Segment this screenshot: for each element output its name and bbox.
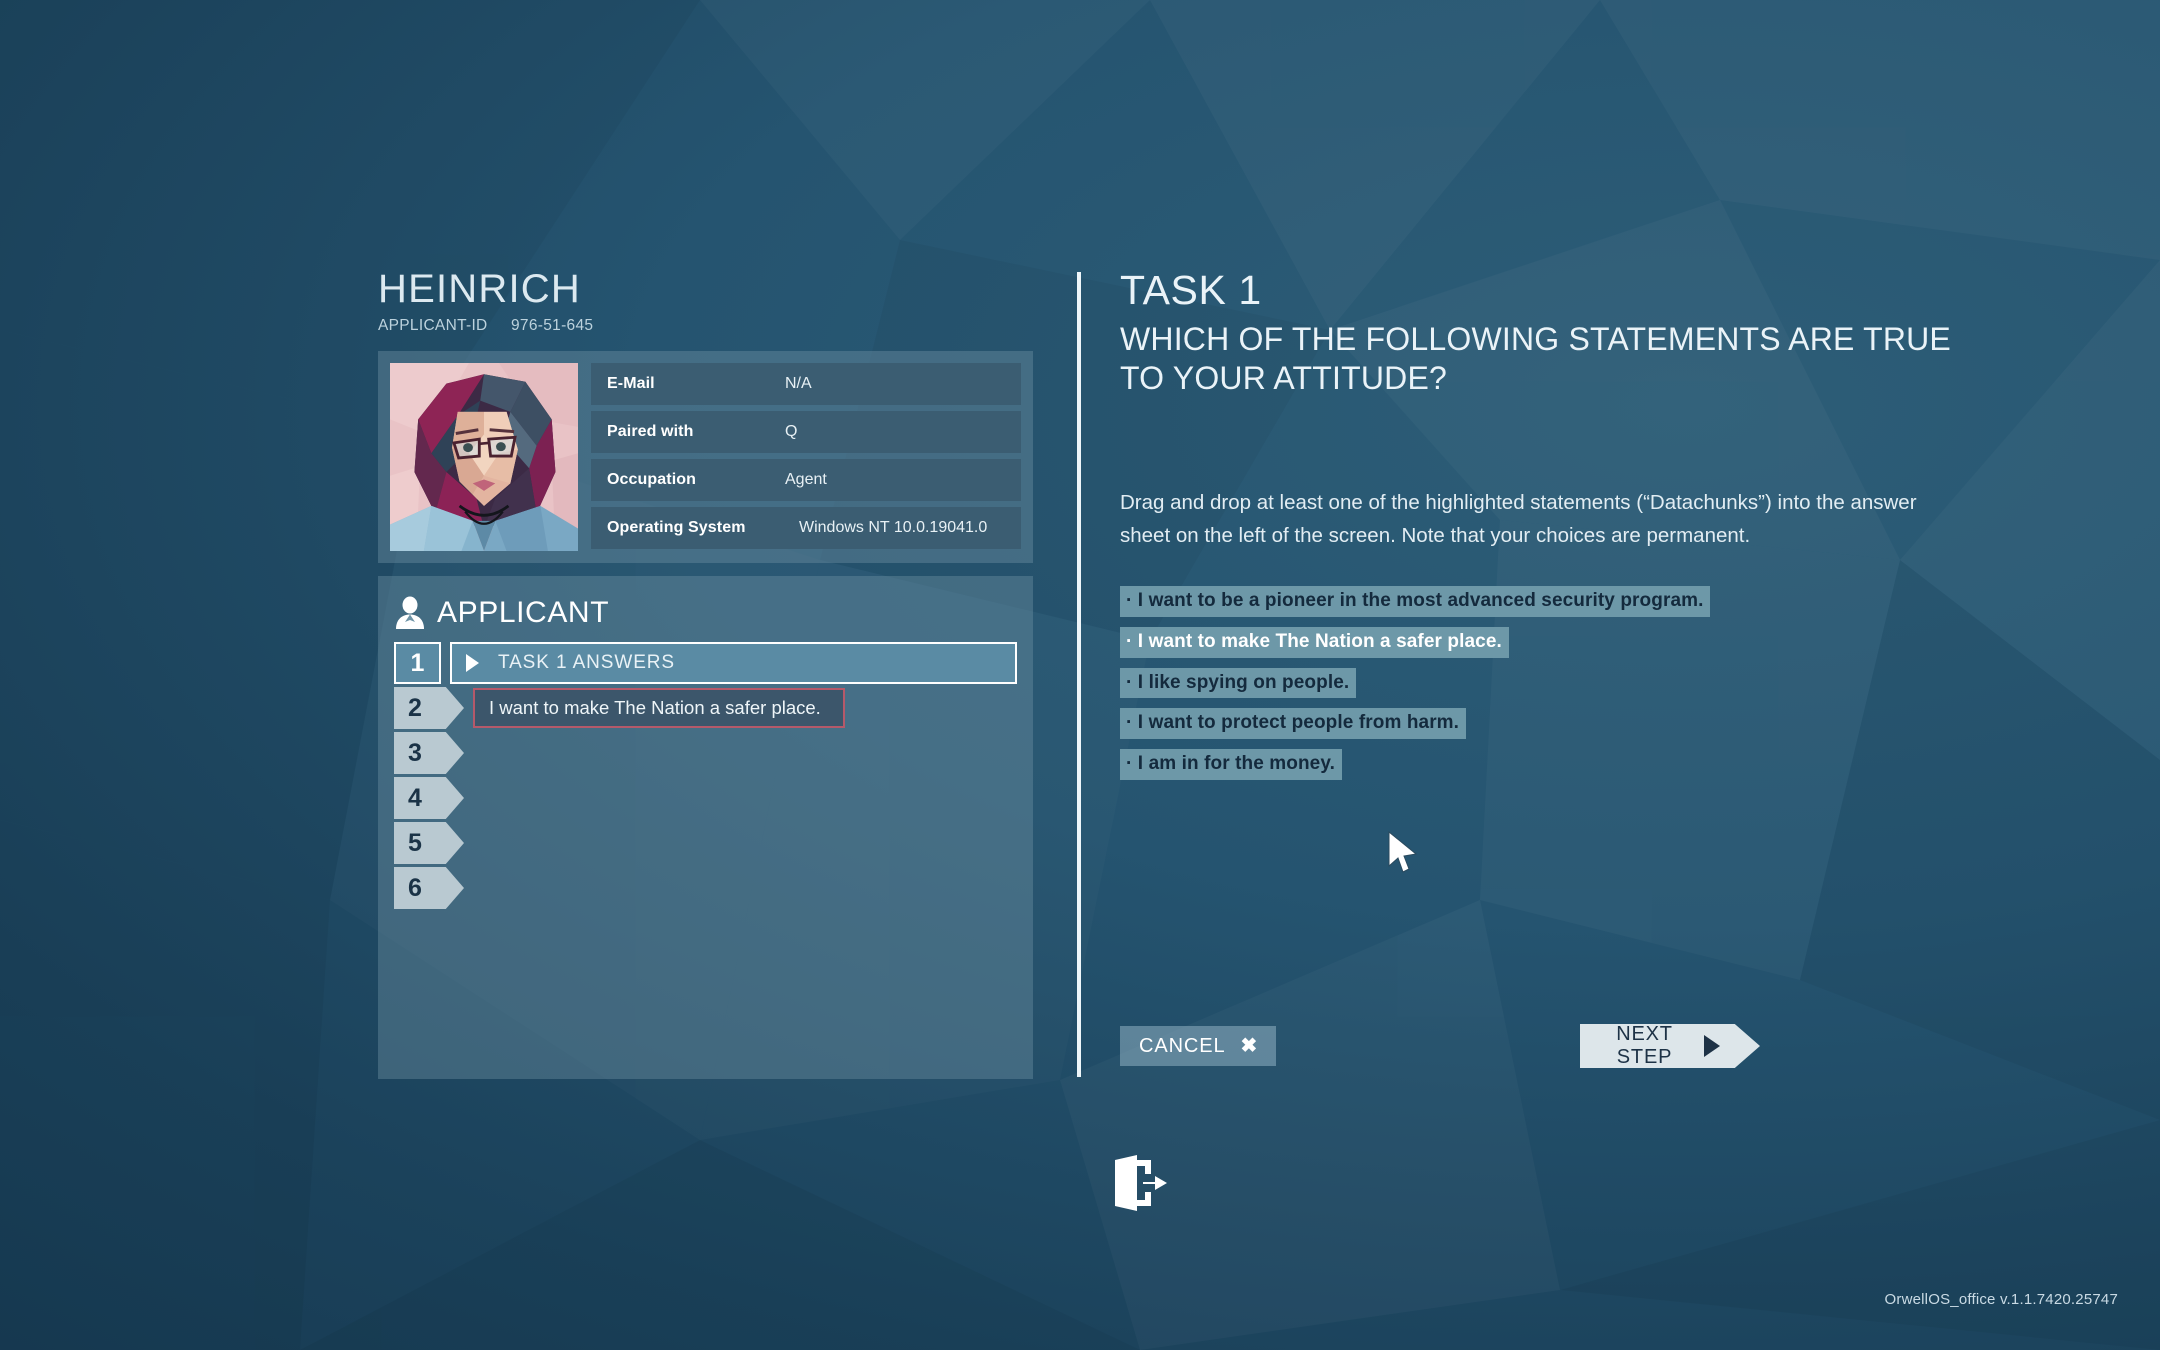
close-x-icon: ✖ [1240,1035,1258,1057]
info-value: N/A [785,375,812,392]
vertical-divider [1077,272,1081,1077]
applicant-info-table: E-Mail N/A Paired with Q Occupation Agen… [591,363,1021,551]
datachunk-item[interactable]: · I like spying on people. [1120,667,1357,699]
datachunk-item[interactable]: · I want to be a pioneer in the most adv… [1120,586,1711,618]
applicant-name: HEINRICH [378,267,581,311]
datachunk-item[interactable]: · I am in for the money. [1120,748,1342,780]
info-value: Agent [785,471,827,488]
datachunk-list: · I want to be a pioneer in the most adv… [1120,586,2080,780]
info-label: Paired with [607,423,694,440]
answer-slot-dropzone[interactable] [473,732,1017,774]
task-question: WHICH OF THE FOLLOWING STATEMENTS ARE TR… [1120,320,1951,396]
orwell-os-screen: HEINRICH APPLICANT-ID 976-51-645 E-Mail … [0,0,2160,1350]
answer-slot-1[interactable]: 1 TASK 1 ANSWERS [394,642,1017,687]
applicant-portrait [390,363,578,551]
answer-chip-text: I want to make The Nation a safer place. [489,697,821,718]
mouse-cursor [1388,830,1418,873]
info-label: Operating System [607,519,746,536]
answer-slot-5[interactable]: 5 [394,822,1017,867]
info-row: Paired with Q [591,411,1021,453]
arrow-right-icon [1704,1035,1720,1057]
action-button-bar: CANCEL ✖ NEXT STEP [1120,1024,1760,1070]
cancel-button[interactable]: CANCEL ✖ [1120,1026,1277,1066]
task-column: TASK 1 WHICH OF THE FOLLOWING STATEMENTS… [1120,267,2080,780]
answer-slot-2[interactable]: 2 I want to make The Nation a safer plac… [394,687,1017,732]
info-label: E-Mail [607,375,655,392]
answer-slot-dropzone[interactable] [473,867,1017,909]
applicant-id-label: APPLICANT-ID [378,317,488,334]
info-label: Occupation [607,471,697,488]
task-answers-header[interactable]: TASK 1 ANSWERS [450,642,1017,684]
slot-number-tab: 5 [394,822,464,864]
logout-door-icon[interactable] [1107,1152,1169,1214]
answer-slot-3[interactable]: 3 [394,732,1017,777]
cancel-button-label: CANCEL [1139,1034,1226,1057]
slot-number-tab: 1 [394,642,441,684]
info-value: Q [785,423,798,440]
slot-number-tab: 6 [394,867,464,909]
task-title: TASK 1 [1120,267,1262,313]
answer-slot-dropzone[interactable] [473,822,1017,864]
version-label: OrwellOS_office v.1.1.7420.25747 [1884,1291,2118,1308]
answer-sheet-header: APPLICANT [394,590,1017,636]
next-step-button[interactable]: NEXT STEP [1580,1024,1760,1068]
info-row: Occupation Agent [591,459,1021,501]
profile-card: E-Mail N/A Paired with Q Occupation Agen… [378,351,1033,563]
user-icon [396,596,424,629]
applicant-column: HEINRICH APPLICANT-ID 976-51-645 E-Mail … [378,268,1033,1079]
answer-slot-6[interactable]: 6 [394,867,1017,912]
info-row: Operating System Windows NT 10.0.19041.0 [591,507,1021,549]
task-answers-label: TASK 1 ANSWERS [498,652,675,673]
chevron-right-icon [466,654,479,672]
task-instructions: Drag and drop at least one of the highli… [1120,490,1917,548]
slot-number-tab: 2 [394,687,464,729]
info-row: E-Mail N/A [591,363,1021,405]
slot-number-tab: 4 [394,777,464,819]
next-step-button-label: NEXT STEP [1616,1023,1673,1068]
answer-slot-dropzone[interactable] [473,777,1017,819]
applicant-id-line: APPLICANT-ID 976-51-645 [378,317,1033,335]
answer-chip[interactable]: I want to make The Nation a safer place. [473,688,845,728]
datachunk-item[interactable]: · I want to protect people from harm. [1120,708,1467,739]
answer-sheet-title: APPLICANT [437,596,610,629]
info-value: Windows NT 10.0.19041.0 [799,519,988,536]
datachunk-item-used[interactable]: · I want to make The Nation a safer plac… [1120,627,1509,658]
applicant-id-value: 976-51-645 [511,317,594,334]
slot-number-tab: 3 [394,732,464,774]
answer-slot-4[interactable]: 4 [394,777,1017,822]
answer-sheet-panel: APPLICANT 1 TASK 1 ANSWERS 2 I want to m… [378,576,1033,1079]
